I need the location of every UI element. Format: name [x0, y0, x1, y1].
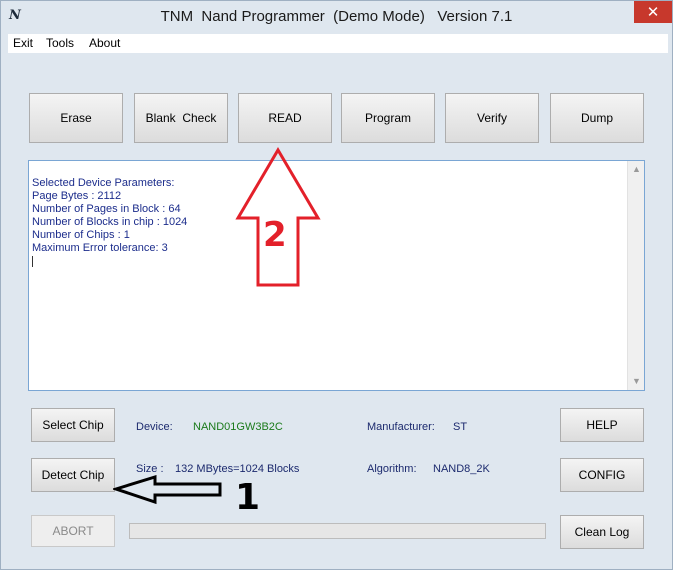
log-line: Page Bytes : 2112 — [32, 190, 122, 202]
app-window: N TNM Nand Programmer (Demo Mode) Versio… — [0, 0, 673, 570]
blank-check-button[interactable]: Blank Check — [134, 93, 228, 143]
log-content: Selected Device Parameters: Page Bytes :… — [32, 177, 187, 267]
select-chip-button[interactable]: Select Chip — [31, 408, 115, 442]
size-label: Size : — [136, 463, 164, 475]
algorithm-label: Algorithm: — [367, 463, 417, 475]
device-label: Device: — [136, 421, 173, 433]
detect-chip-button[interactable]: Detect Chip — [31, 458, 115, 492]
scroll-up-icon[interactable]: ▲ — [628, 161, 645, 178]
menu-about[interactable]: About — [89, 36, 120, 50]
help-button[interactable]: HELP — [560, 408, 644, 442]
log-line: Number of Blocks in chip : 1024 — [32, 216, 188, 228]
annotation-arrow-1 — [113, 475, 222, 505]
log-line: Number of Chips : 1 — [32, 229, 130, 241]
size-value: 132 MBytes=1024 Blocks — [175, 463, 300, 475]
manufacturer-label: Manufacturer: — [367, 421, 435, 433]
log-line: Number of Pages in Block : 64 — [32, 203, 181, 215]
erase-button[interactable]: Erase — [29, 93, 123, 143]
close-button[interactable]: ✕ — [634, 1, 672, 23]
menu-exit[interactable]: Exit — [13, 36, 33, 50]
title-bar[interactable]: N TNM Nand Programmer (Demo Mode) Versio… — [1, 1, 672, 34]
log-scrollbar[interactable]: ▲ ▼ — [627, 161, 644, 390]
manufacturer-value: ST — [453, 421, 468, 433]
menu-bar: Exit Tools About — [8, 34, 668, 53]
config-button[interactable]: CONFIG — [560, 458, 644, 492]
scroll-down-icon[interactable]: ▼ — [628, 373, 645, 390]
log-line: Maximum Error tolerance: 3 — [32, 242, 168, 254]
read-button[interactable]: READ — [238, 93, 332, 143]
annotation-label-1: 1 — [235, 477, 261, 518]
verify-button[interactable]: Verify — [445, 93, 539, 143]
dump-button[interactable]: Dump — [550, 93, 644, 143]
log-textarea[interactable]: Selected Device Parameters: Page Bytes :… — [28, 160, 645, 391]
black-left-arrow-icon — [113, 475, 222, 505]
progress-bar — [129, 523, 546, 539]
device-value: NAND01GW3B2C — [193, 421, 283, 433]
algorithm-value: NAND8_2K — [433, 463, 490, 475]
text-caret — [32, 256, 33, 267]
abort-button[interactable]: ABORT — [31, 515, 115, 547]
log-line: Selected Device Parameters: — [32, 177, 175, 189]
menu-tools[interactable]: Tools — [46, 36, 74, 50]
clean-log-button[interactable]: Clean Log — [560, 515, 644, 549]
window-title: TNM Nand Programmer (Demo Mode) Version … — [160, 8, 513, 25]
program-button[interactable]: Program — [341, 93, 435, 143]
annotation-label-2: 2 — [263, 215, 287, 255]
